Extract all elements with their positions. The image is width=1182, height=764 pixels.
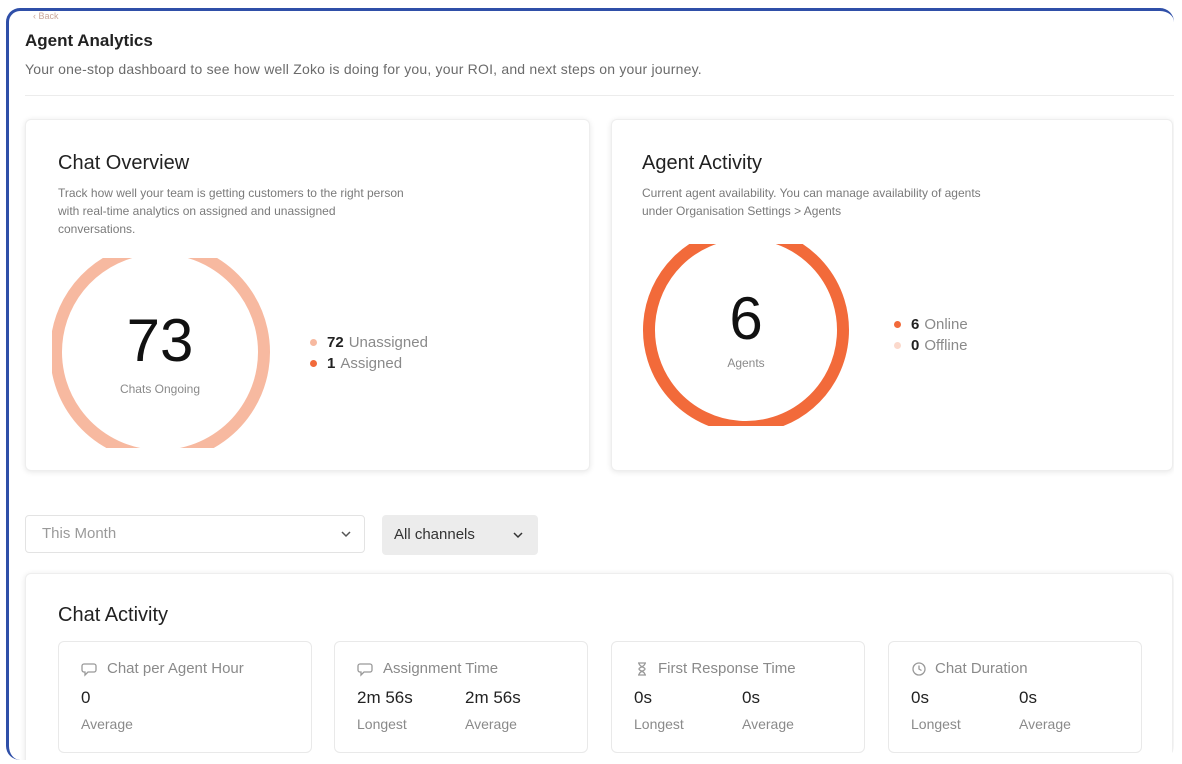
chevron-down-icon (341, 531, 351, 538)
metric-chat-duration: Chat Duration 0s 0s Longest Average (888, 641, 1142, 753)
metric-value-longest: 2m 56s (357, 688, 413, 707)
assigned-label: Assigned (340, 355, 403, 372)
metric-assignment-time: Assignment Time 2m 56s 2m 56s Longest Av… (334, 641, 588, 753)
agent-activity-desc-line: Current agent availability. You can mana… (642, 186, 981, 200)
chats-donut-chart: 73 Chats Ongoing (52, 258, 272, 448)
agents-total-value: 6 (729, 285, 763, 352)
channels-label: All channels (394, 526, 475, 543)
hourglass-icon (638, 661, 646, 676)
metric-caption: Average (81, 716, 133, 732)
agent-activity-description: Current agent availability. You can mana… (642, 184, 1152, 220)
chevron-down-icon (513, 532, 523, 539)
legend-assigned: 1 Assigned (310, 353, 428, 374)
header-divider (25, 95, 1174, 96)
metric-value-average: 2m 56s (465, 688, 521, 707)
chat-overview-desc-line: conversations. (58, 222, 136, 236)
agents-donut-chart: 6 Agents (642, 244, 854, 426)
chat-overview-title: Chat Overview (58, 152, 190, 174)
channels-dropdown-button[interactable]: All channels (382, 515, 538, 555)
online-value: 6 (911, 316, 920, 333)
metric-label: Chat Duration (935, 660, 1028, 677)
metric-caption-longest: Longest (634, 716, 684, 732)
metric-header: Assignment Time (357, 660, 498, 677)
metric-value-longest: 0s (911, 688, 929, 707)
offline-dot (894, 342, 901, 349)
metric-caption-average: Average (742, 716, 794, 732)
metric-header: Chat per Agent Hour (81, 660, 244, 677)
chat-overview-description: Track how well your team is getting cust… (58, 184, 568, 238)
online-dot (894, 321, 901, 328)
metric-label: First Response Time (658, 660, 796, 677)
period-select[interactable]: This Month (25, 515, 365, 553)
metric-caption-longest: Longest (911, 716, 961, 732)
offline-value: 0 (911, 337, 920, 354)
period-select-value: This Month (42, 525, 117, 542)
assigned-dot (310, 360, 317, 367)
dashboard-frame: ‹ Back Agent Analytics Your one-stop das… (6, 8, 1174, 760)
offline-label: Offline (924, 337, 968, 354)
agent-activity-title: Agent Activity (642, 152, 763, 174)
metric-caption-longest: Longest (357, 716, 407, 732)
chat-icon (357, 662, 373, 677)
metric-header: First Response Time (634, 660, 796, 677)
metric-value-longest: 0s (634, 688, 652, 707)
chat-overview-desc-line: Track how well your team is getting cust… (58, 186, 404, 200)
assigned-value: 1 (327, 355, 336, 372)
metric-value-average: 0s (742, 688, 760, 707)
chat-activity-title: Chat Activity (58, 604, 169, 626)
metric-first-response-time: First Response Time 0s 0s Longest Averag… (611, 641, 865, 753)
unassigned-dot (310, 339, 317, 346)
chat-legend: 72 Unassigned 1 Assigned (310, 332, 428, 374)
agent-legend: 6 Online 0 Offline (894, 314, 968, 356)
metric-label: Assignment Time (383, 660, 499, 677)
legend-unassigned: 72 Unassigned (310, 332, 428, 353)
metric-caption-average: Average (465, 716, 517, 732)
agent-activity-card: Agent Activity Current agent availabilit… (611, 119, 1173, 471)
metric-chat-per-agent-hour: Chat per Agent Hour 0 Average (58, 641, 312, 753)
metric-value-average: 0s (1019, 688, 1037, 707)
page-subtitle: Your one-stop dashboard to see how well … (25, 61, 702, 77)
metric-value: 0 (81, 688, 91, 707)
legend-offline: 0 Offline (894, 335, 968, 356)
legend-online: 6 Online (894, 314, 968, 335)
chats-total-label: Chats Ongoing (119, 382, 201, 396)
breadcrumb[interactable]: ‹ Back (33, 11, 59, 21)
unassigned-label: Unassigned (348, 334, 428, 351)
metric-caption-average: Average (1019, 716, 1071, 732)
metric-header: Chat Duration (911, 660, 1028, 677)
chat-icon (81, 662, 97, 677)
page-title: Agent Analytics (25, 31, 153, 50)
agents-total-label: Agents (727, 356, 765, 370)
chat-overview-card: Chat Overview Track how well your team i… (25, 119, 590, 471)
online-label: Online (924, 316, 968, 333)
unassigned-value: 72 (327, 334, 344, 351)
metric-label: Chat per Agent Hour (107, 660, 244, 677)
clock-icon (912, 661, 926, 676)
chat-overview-desc-line: with real-time analytics on assigned and… (58, 204, 336, 218)
chats-total-value: 73 (126, 307, 194, 374)
agent-activity-desc-line: under Organisation Settings > Agents (642, 204, 842, 218)
